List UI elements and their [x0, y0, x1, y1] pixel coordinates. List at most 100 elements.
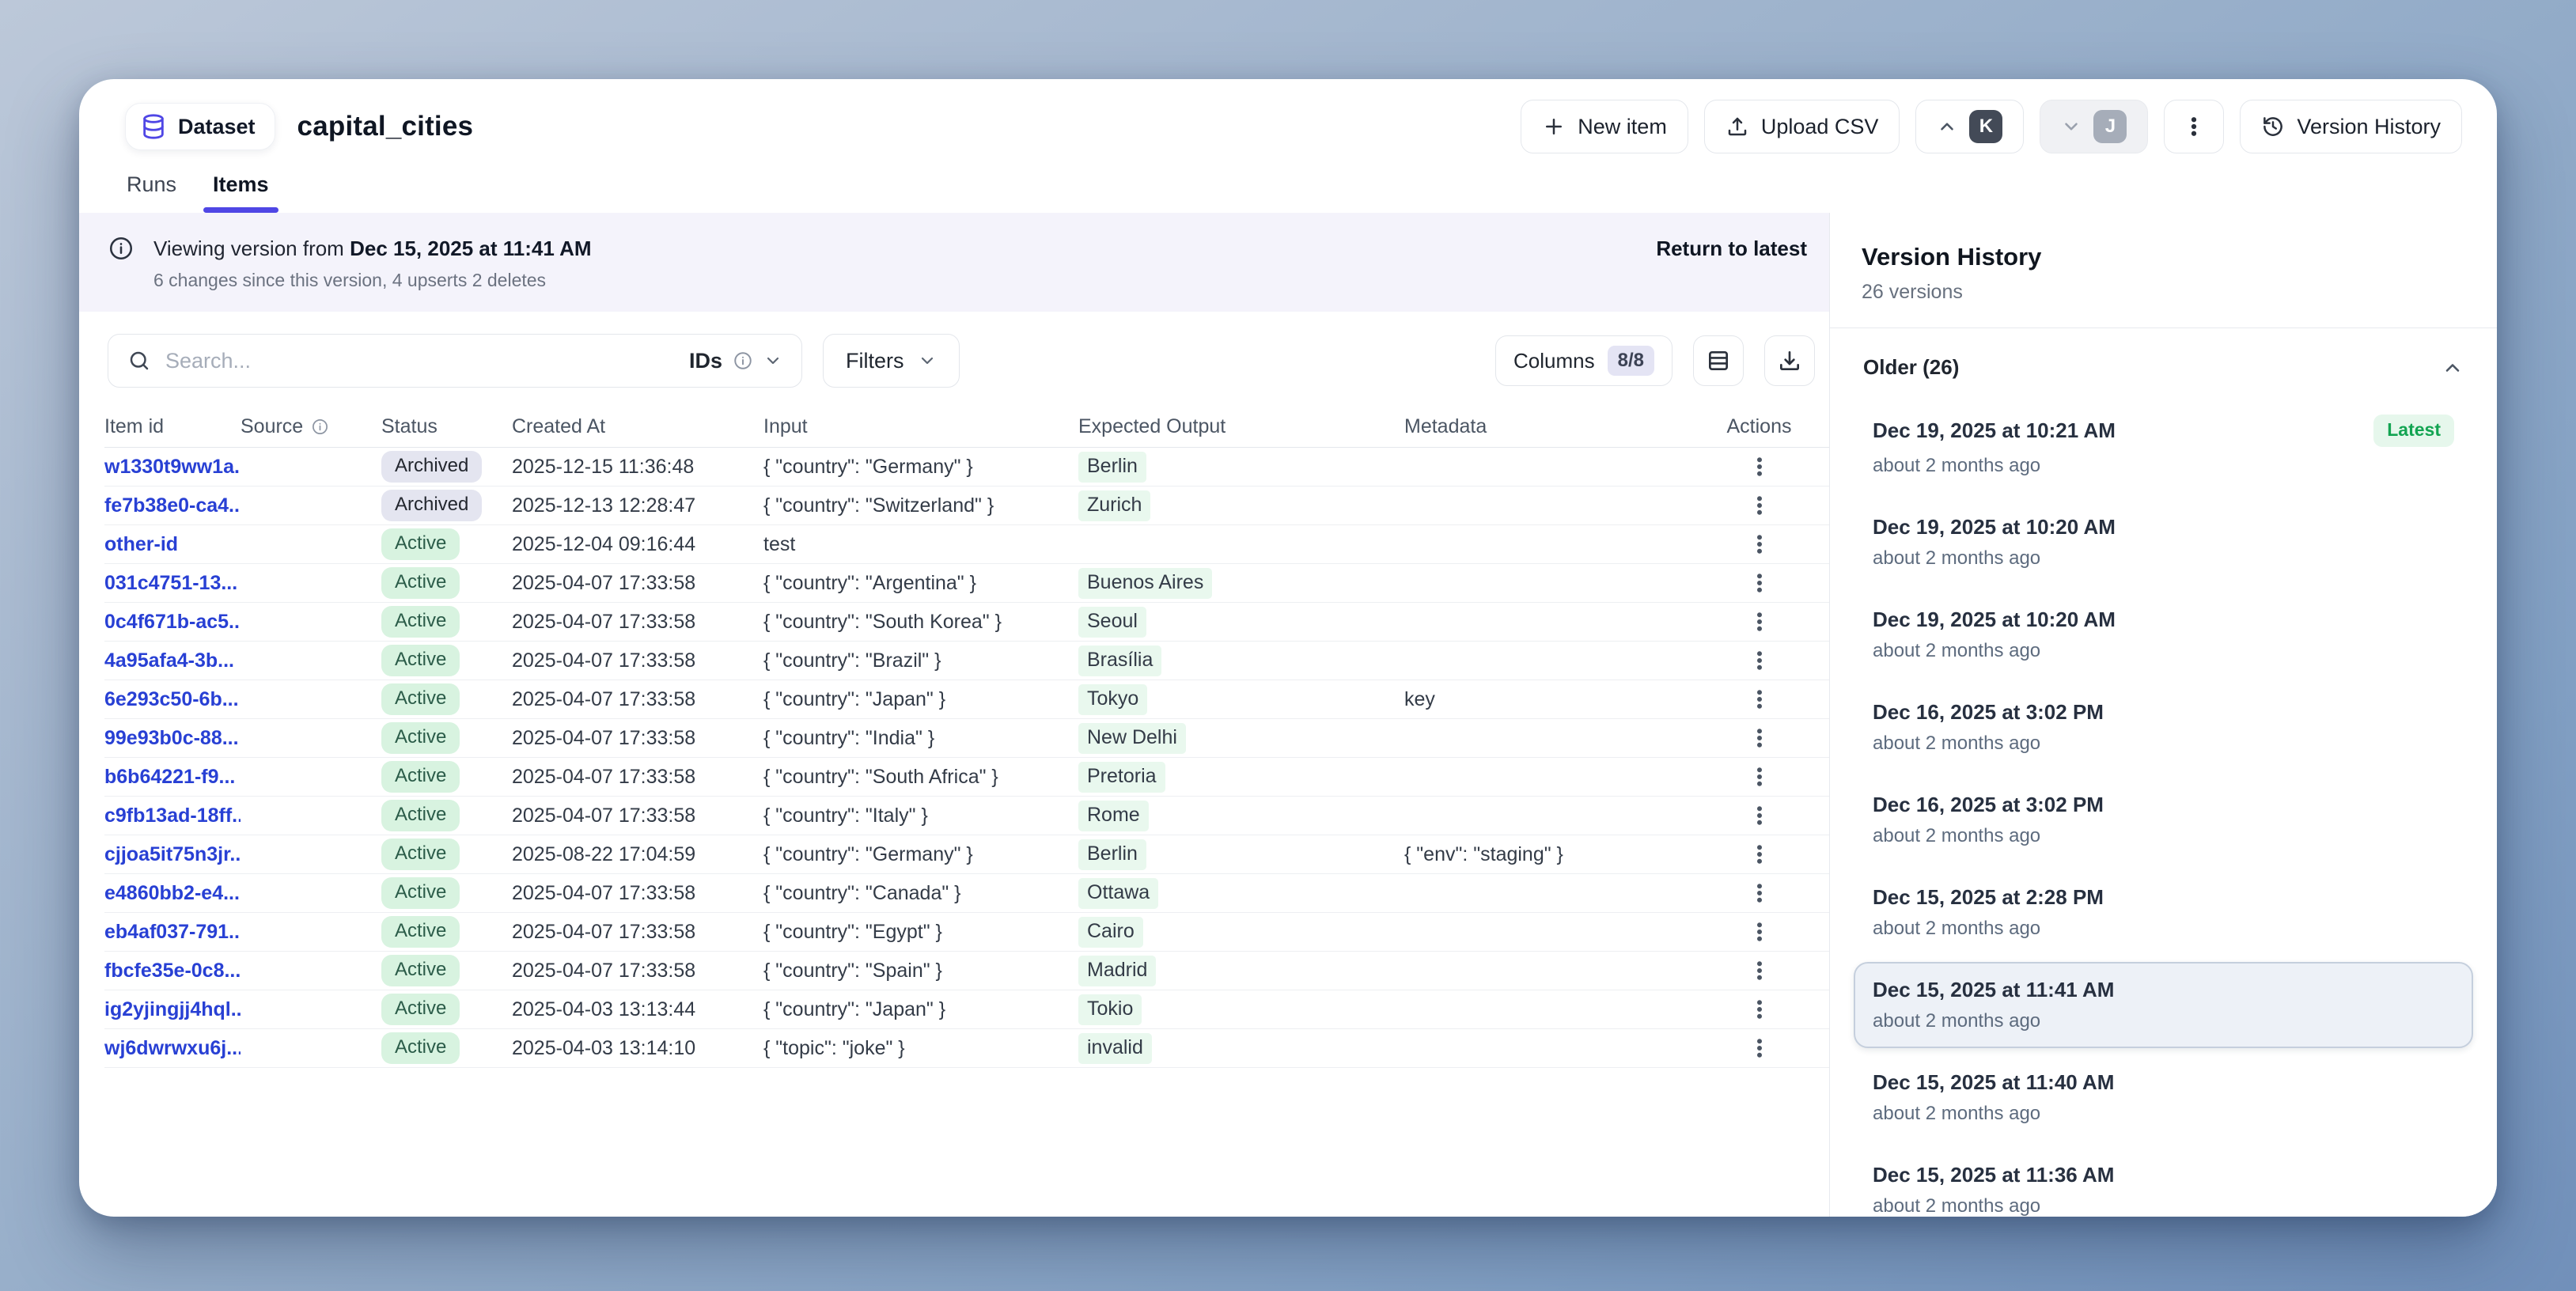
- item-id-link[interactable]: fe7b38e0-ca4...: [104, 494, 241, 517]
- row-actions-button[interactable]: [1737, 687, 1782, 711]
- table-row[interactable]: other-id Active 2025-12-04 09:16:44 test: [104, 525, 1829, 564]
- created-at-cell: 2025-12-13 12:28:47: [512, 494, 763, 517]
- row-actions-button[interactable]: [1737, 726, 1782, 750]
- item-id-link[interactable]: fbcfe35e-0c8...: [104, 960, 241, 982]
- version-relative-time: about 2 months ago: [1873, 547, 2454, 570]
- version-history-button[interactable]: Version History: [2240, 100, 2462, 153]
- item-id-link[interactable]: b6b64221-f9...: [104, 766, 241, 789]
- row-actions-button[interactable]: [1737, 881, 1782, 905]
- col-header-created-at: Created At: [512, 415, 763, 438]
- item-id-link[interactable]: 99e93b0c-88...: [104, 727, 241, 750]
- version-list-item[interactable]: Dec 15, 2025 at 11:40 AM about 2 months …: [1854, 1054, 2473, 1141]
- table-row[interactable]: 0c4f671b-ac5... Active 2025-04-07 17:33:…: [104, 603, 1829, 642]
- more-options-button[interactable]: [2164, 100, 2224, 153]
- row-actions-button[interactable]: [1737, 532, 1782, 556]
- table-row[interactable]: b6b64221-f9... Active 2025-04-07 17:33:5…: [104, 758, 1829, 797]
- upload-csv-button[interactable]: Upload CSV: [1704, 100, 1900, 153]
- new-item-button[interactable]: New item: [1521, 100, 1688, 153]
- version-list: Dec 19, 2025 at 10:21 AM Latest about 2 …: [1854, 399, 2473, 1217]
- item-id-link[interactable]: wj6dwrwxu6j...: [104, 1037, 241, 1060]
- version-list-item[interactable]: Dec 19, 2025 at 10:20 AM about 2 months …: [1854, 592, 2473, 678]
- search-input[interactable]: [165, 349, 689, 373]
- table-row[interactable]: w1330t9ww1a... Archived 2025-12-15 11:36…: [104, 448, 1829, 486]
- item-id-link[interactable]: ig2yjingjj4hql...: [104, 998, 241, 1021]
- page-title: capital_cities: [297, 111, 474, 142]
- ids-dropdown[interactable]: IDs: [689, 349, 782, 373]
- version-list-item[interactable]: Dec 19, 2025 at 10:20 AM about 2 months …: [1854, 499, 2473, 585]
- avatar-j-button[interactable]: J: [2040, 100, 2148, 153]
- item-id-link[interactable]: c9fb13ad-18ff...: [104, 805, 241, 827]
- row-actions-button[interactable]: [1737, 959, 1782, 982]
- row-actions-button[interactable]: [1737, 804, 1782, 827]
- version-banner: Viewing version from Dec 15, 2025 at 11:…: [79, 213, 1829, 312]
- item-id-link[interactable]: w1330t9ww1a...: [104, 456, 241, 479]
- item-id-link[interactable]: 0c4f671b-ac5...: [104, 611, 241, 634]
- row-actions-button[interactable]: [1737, 610, 1782, 634]
- table-row[interactable]: 031c4751-13... Active 2025-04-07 17:33:5…: [104, 564, 1829, 603]
- search-box[interactable]: IDs: [108, 334, 802, 388]
- table-row[interactable]: c9fb13ad-18ff... Active 2025-04-07 17:33…: [104, 797, 1829, 835]
- input-cell: { "country": "Argentina" }: [763, 572, 1078, 595]
- row-actions-button[interactable]: [1737, 494, 1782, 517]
- table-row[interactable]: ig2yjingjj4hql... Active 2025-04-03 13:1…: [104, 990, 1829, 1029]
- columns-button[interactable]: Columns 8/8: [1495, 335, 1673, 386]
- filters-button[interactable]: Filters: [823, 334, 960, 388]
- download-button[interactable]: [1764, 335, 1815, 386]
- item-id-link[interactable]: 4a95afa4-3b...: [104, 649, 241, 672]
- row-actions-button[interactable]: [1737, 765, 1782, 789]
- version-date: Dec 19, 2025 at 10:20 AM: [1873, 515, 2116, 539]
- tabs: Runs Items: [79, 153, 2497, 213]
- kebab-menu-icon: [1748, 765, 1771, 789]
- table-body: w1330t9ww1a... Archived 2025-12-15 11:36…: [104, 448, 1829, 1068]
- item-id-link[interactable]: e4860bb2-e4...: [104, 882, 241, 905]
- version-list-item[interactable]: Dec 19, 2025 at 10:21 AM Latest about 2 …: [1854, 399, 2473, 493]
- version-list-item[interactable]: Dec 15, 2025 at 2:28 PM about 2 months a…: [1854, 869, 2473, 956]
- version-list-item[interactable]: Dec 15, 2025 at 11:41 AM about 2 months …: [1854, 962, 2473, 1048]
- expected-output-cell: Tokyo: [1078, 684, 1404, 715]
- older-group-toggle[interactable]: Older (26): [1854, 350, 2473, 384]
- expected-output-cell: Madrid: [1078, 956, 1404, 986]
- row-actions-button[interactable]: [1737, 649, 1782, 672]
- col-header-source: Source: [241, 415, 381, 438]
- row-actions-button[interactable]: [1737, 842, 1782, 866]
- item-id-link[interactable]: cjjoa5it75n3jr...: [104, 843, 241, 866]
- row-density-button[interactable]: [1693, 335, 1744, 386]
- table-row[interactable]: fbcfe35e-0c8... Active 2025-04-07 17:33:…: [104, 952, 1829, 990]
- input-cell: { "country": "Switzerland" }: [763, 494, 1078, 517]
- avatar-k-button[interactable]: K: [1915, 100, 2024, 153]
- header-left: Dataset capital_cities: [125, 103, 473, 150]
- table-row[interactable]: eb4af037-791... Active 2025-04-07 17:33:…: [104, 913, 1829, 952]
- table-row[interactable]: 99e93b0c-88... Active 2025-04-07 17:33:5…: [104, 719, 1829, 758]
- row-actions-button[interactable]: [1737, 455, 1782, 479]
- expected-output-chip: invalid: [1078, 1033, 1152, 1064]
- table-row[interactable]: e4860bb2-e4... Active 2025-04-07 17:33:5…: [104, 874, 1829, 913]
- table-row[interactable]: 4a95afa4-3b... Active 2025-04-07 17:33:5…: [104, 642, 1829, 680]
- status-badge: Active: [381, 877, 460, 909]
- version-date: Dec 15, 2025 at 2:28 PM: [1873, 885, 2104, 910]
- dataset-badge-label: Dataset: [178, 115, 256, 139]
- status-badge: Active: [381, 839, 460, 870]
- item-id-link[interactable]: other-id: [104, 533, 241, 556]
- version-list-item[interactable]: Dec 16, 2025 at 3:02 PM about 2 months a…: [1854, 777, 2473, 863]
- table-row[interactable]: cjjoa5it75n3jr... Active 2025-08-22 17:0…: [104, 835, 1829, 874]
- item-id-link[interactable]: 031c4751-13...: [104, 572, 241, 595]
- version-list-item[interactable]: Dec 16, 2025 at 3:02 PM about 2 months a…: [1854, 684, 2473, 770]
- row-actions-button[interactable]: [1737, 998, 1782, 1021]
- return-to-latest-link[interactable]: Return to latest: [1656, 237, 1807, 261]
- status-cell: Active: [381, 722, 512, 754]
- table-row[interactable]: 6e293c50-6b... Active 2025-04-07 17:33:5…: [104, 680, 1829, 719]
- expected-output-cell: Cairo: [1078, 917, 1404, 948]
- item-id-link[interactable]: eb4af037-791...: [104, 921, 241, 944]
- table-row[interactable]: fe7b38e0-ca4... Archived 2025-12-13 12:2…: [104, 486, 1829, 525]
- version-list-item[interactable]: Dec 15, 2025 at 11:36 AM about 2 months …: [1854, 1147, 2473, 1217]
- tab-runs[interactable]: Runs: [127, 172, 176, 213]
- version-relative-time: about 2 months ago: [1873, 1195, 2454, 1217]
- tab-items[interactable]: Items: [213, 172, 269, 213]
- table-row[interactable]: wj6dwrwxu6j... Active 2025-04-03 13:14:1…: [104, 1029, 1829, 1068]
- chevron-down-icon: [918, 351, 937, 370]
- item-id-link[interactable]: 6e293c50-6b...: [104, 688, 241, 711]
- status-cell: Active: [381, 955, 512, 986]
- row-actions-button[interactable]: [1737, 571, 1782, 595]
- row-actions-button[interactable]: [1737, 1036, 1782, 1060]
- row-actions-button[interactable]: [1737, 920, 1782, 944]
